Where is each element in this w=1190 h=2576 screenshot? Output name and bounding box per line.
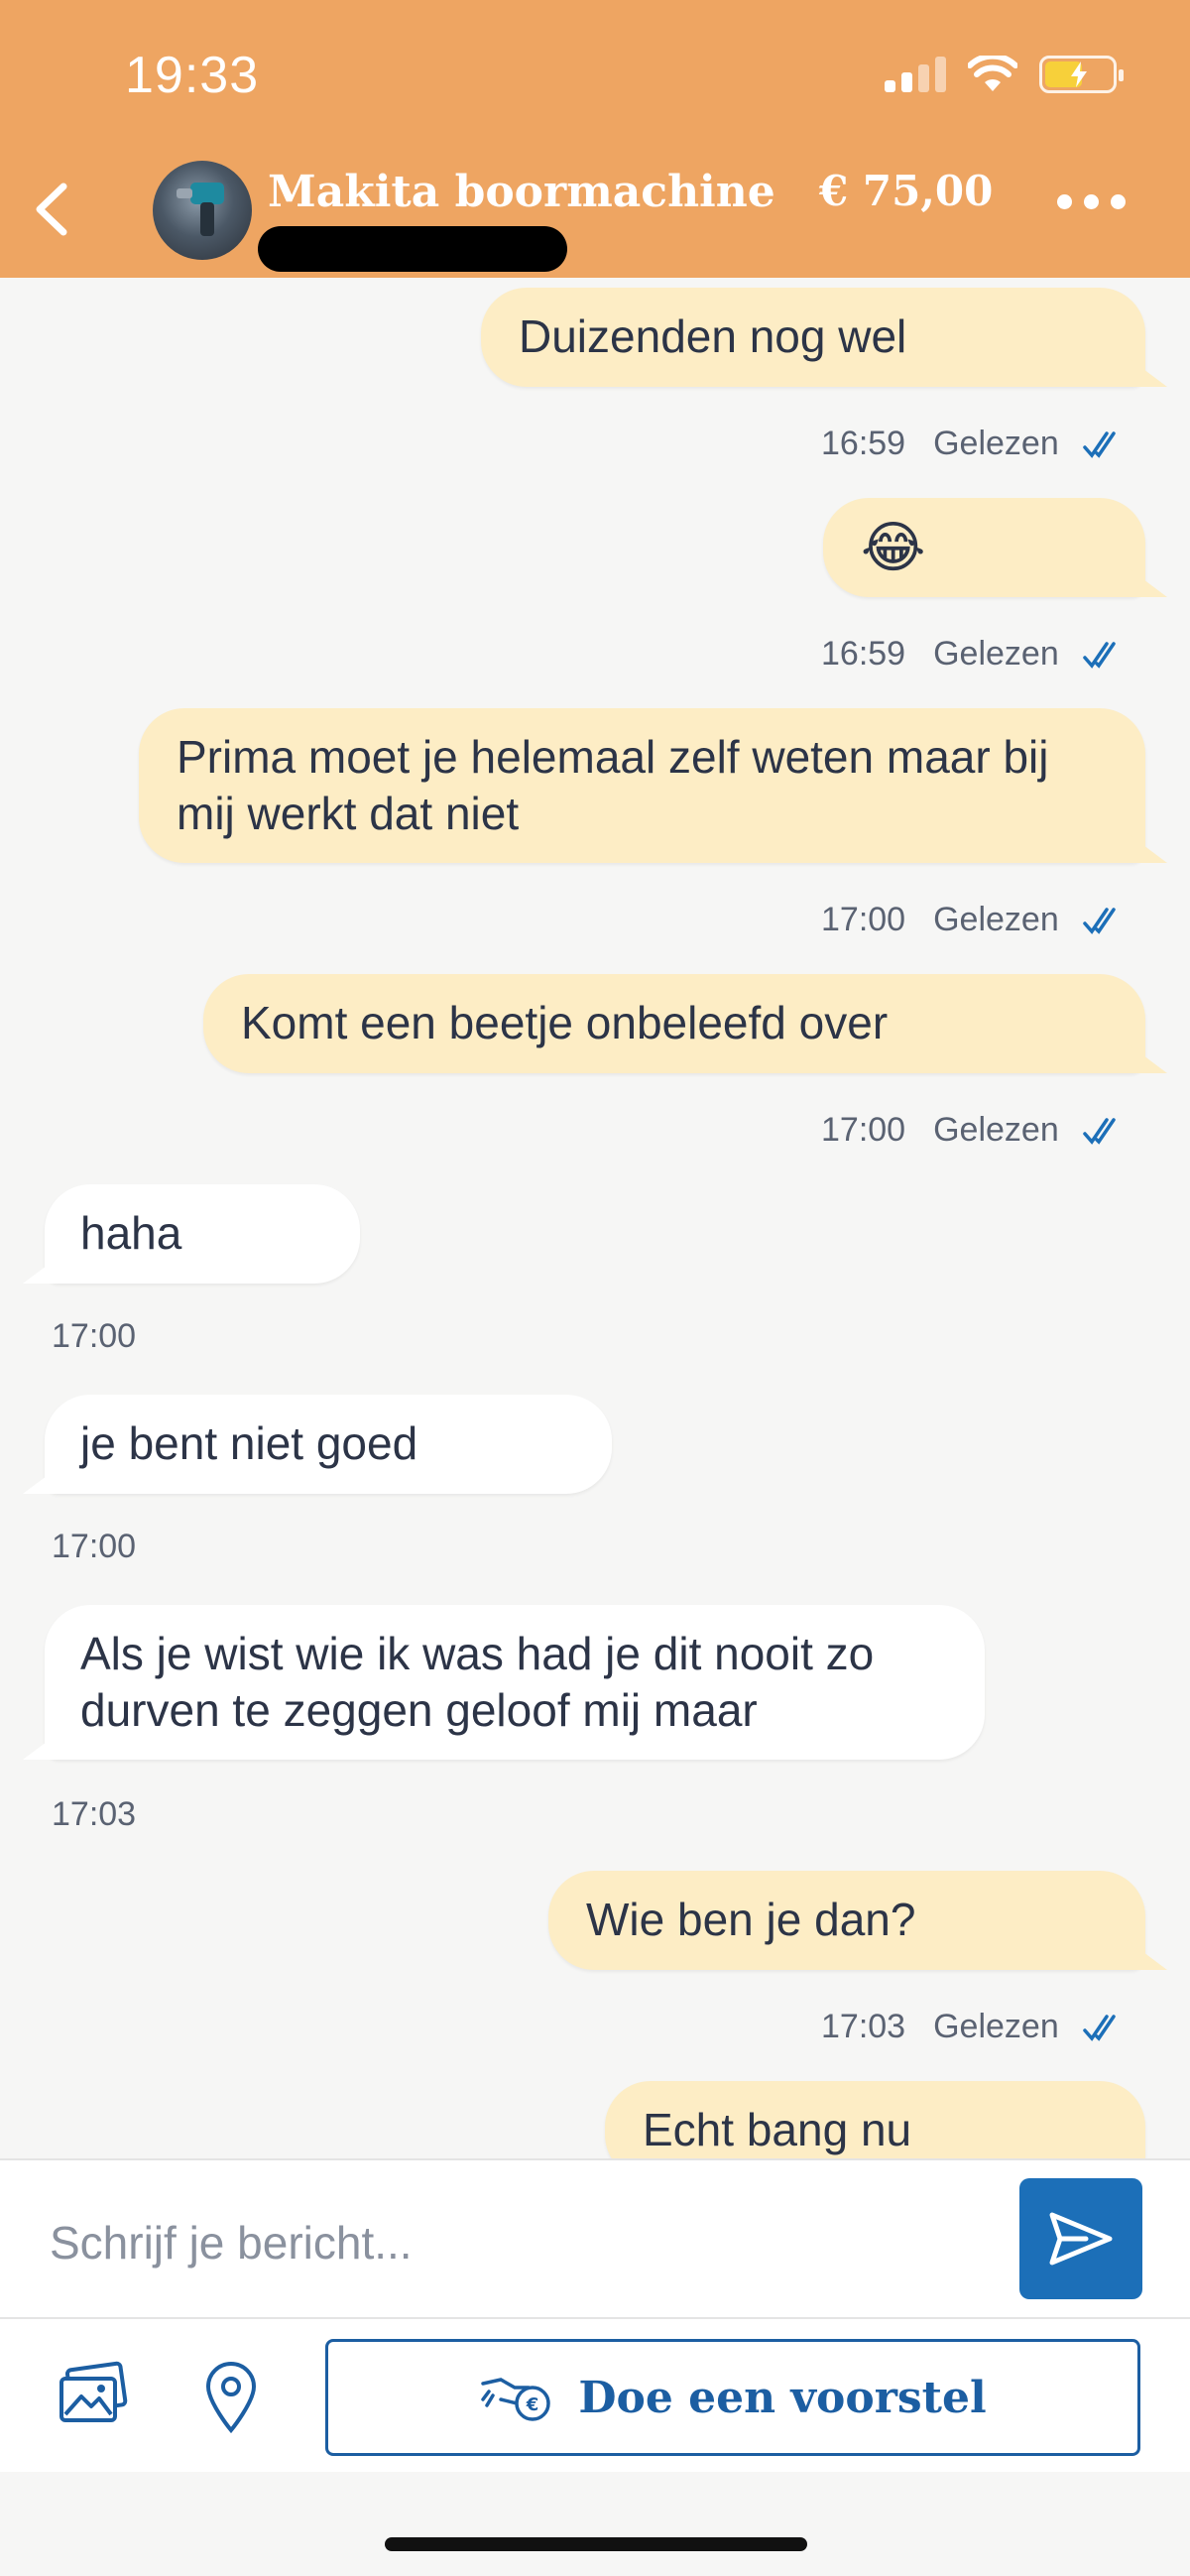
outgoing-message[interactable]: Komt een beetje onbeleefd over [203, 974, 1145, 1073]
message-meta: 17:00 Gelezen [821, 901, 1127, 939]
read-status: Gelezen [933, 425, 1059, 462]
home-indicator[interactable] [385, 2537, 807, 2551]
status-time: 19:33 [125, 47, 260, 104]
send-icon [1049, 2212, 1113, 2266]
message-meta: 16:59 Gelezen [821, 635, 1127, 674]
back-button[interactable] [22, 175, 81, 244]
message-text: haha [80, 1207, 182, 1259]
location-pin-icon [205, 2362, 257, 2434]
battery-icon [1039, 56, 1124, 93]
message-text: Komt een beetje onbeleefd over [241, 997, 889, 1048]
outgoing-message[interactable]: Prima moet je helemaal zelf weten maar b… [139, 708, 1145, 863]
message-meta: 17:00 Gelezen [821, 1111, 1127, 1150]
message-text: Duizenden nog wel [519, 310, 907, 362]
outgoing-message[interactable]: Duizenden nog wel [481, 288, 1145, 387]
double-check-icon [1082, 1117, 1116, 1145]
outgoing-message[interactable]: 😂 [823, 498, 1145, 597]
send-button[interactable] [1019, 2178, 1142, 2299]
message-text: Wie ben je dan? [586, 1894, 916, 1945]
location-button[interactable] [198, 2357, 264, 2441]
outgoing-message[interactable]: Echt bang nu [605, 2081, 1145, 2158]
offer-hand-icon: € [481, 2378, 551, 2421]
chevron-left-icon [36, 183, 67, 236]
read-status: Gelezen [933, 2008, 1059, 2045]
incoming-message[interactable]: je bent niet goed [45, 1395, 612, 1494]
chat-toolbar: € Doe een voorstel [0, 2317, 1190, 2474]
photo-gallery-icon [60, 2361, 128, 2422]
bottom-safe-area [0, 2472, 1190, 2576]
svg-text:€: € [526, 2394, 539, 2415]
double-check-icon [1082, 641, 1116, 669]
read-status: Gelezen [933, 901, 1059, 938]
listing-price: € 75,00 [819, 167, 994, 215]
message-meta: 16:59 Gelezen [821, 425, 1127, 463]
listing-title[interactable]: Makita boormachine [268, 167, 775, 217]
incoming-message[interactable]: haha [45, 1184, 360, 1284]
make-offer-label: Doe een voorstel [578, 2372, 987, 2423]
incoming-message[interactable]: Als je wist wie ik was had je dit nooit … [45, 1605, 985, 1760]
message-text: Prima moet je helemaal zelf weten maar b… [177, 731, 1049, 839]
dot-icon [1111, 194, 1126, 209]
message-time: 17:00 [52, 1317, 137, 1355]
dot-icon [1057, 194, 1072, 209]
photo-button[interactable] [56, 2357, 131, 2437]
double-check-icon [1082, 430, 1116, 458]
double-check-icon [1082, 2014, 1116, 2041]
message-text: Echt bang nu [643, 2104, 912, 2155]
outgoing-message[interactable]: Wie ben je dan? [548, 1871, 1145, 1970]
chat-thread[interactable]: Duizenden nog wel 16:59 Gelezen 😂 16:59 … [0, 278, 1190, 2158]
make-offer-button[interactable]: € Doe een voorstel [325, 2339, 1140, 2456]
read-status: Gelezen [933, 635, 1059, 673]
message-text: Als je wist wie ik was had je dit nooit … [80, 1628, 875, 1736]
status-icons [885, 56, 1124, 93]
double-check-icon [1082, 907, 1116, 934]
message-time: 17:03 [821, 2008, 906, 2045]
wifi-icon [968, 56, 1017, 91]
read-status: Gelezen [933, 1111, 1059, 1149]
message-meta: 17:03 Gelezen [821, 2008, 1127, 2046]
dot-icon [1084, 194, 1099, 209]
message-text: je bent niet goed [80, 1417, 418, 1469]
message-input[interactable]: Schrijf je bericht... [50, 2216, 413, 2269]
message-composer: Schrijf je bericht... [0, 2158, 1190, 2319]
redacted-username [258, 226, 567, 272]
more-options-button[interactable] [1057, 194, 1126, 209]
message-time: 17:00 [821, 1111, 906, 1149]
message-time: 17:03 [52, 1795, 137, 1833]
message-time: 16:59 [821, 425, 906, 462]
message-time: 16:59 [821, 635, 906, 673]
signal-icon [885, 57, 946, 92]
message-text: 😂 [861, 516, 926, 578]
item-avatar[interactable] [153, 161, 252, 260]
chat-header: 19:33 Makita boormachine € 75,00 [0, 0, 1190, 278]
message-time: 17:00 [52, 1528, 137, 1565]
message-time: 17:00 [821, 901, 906, 938]
